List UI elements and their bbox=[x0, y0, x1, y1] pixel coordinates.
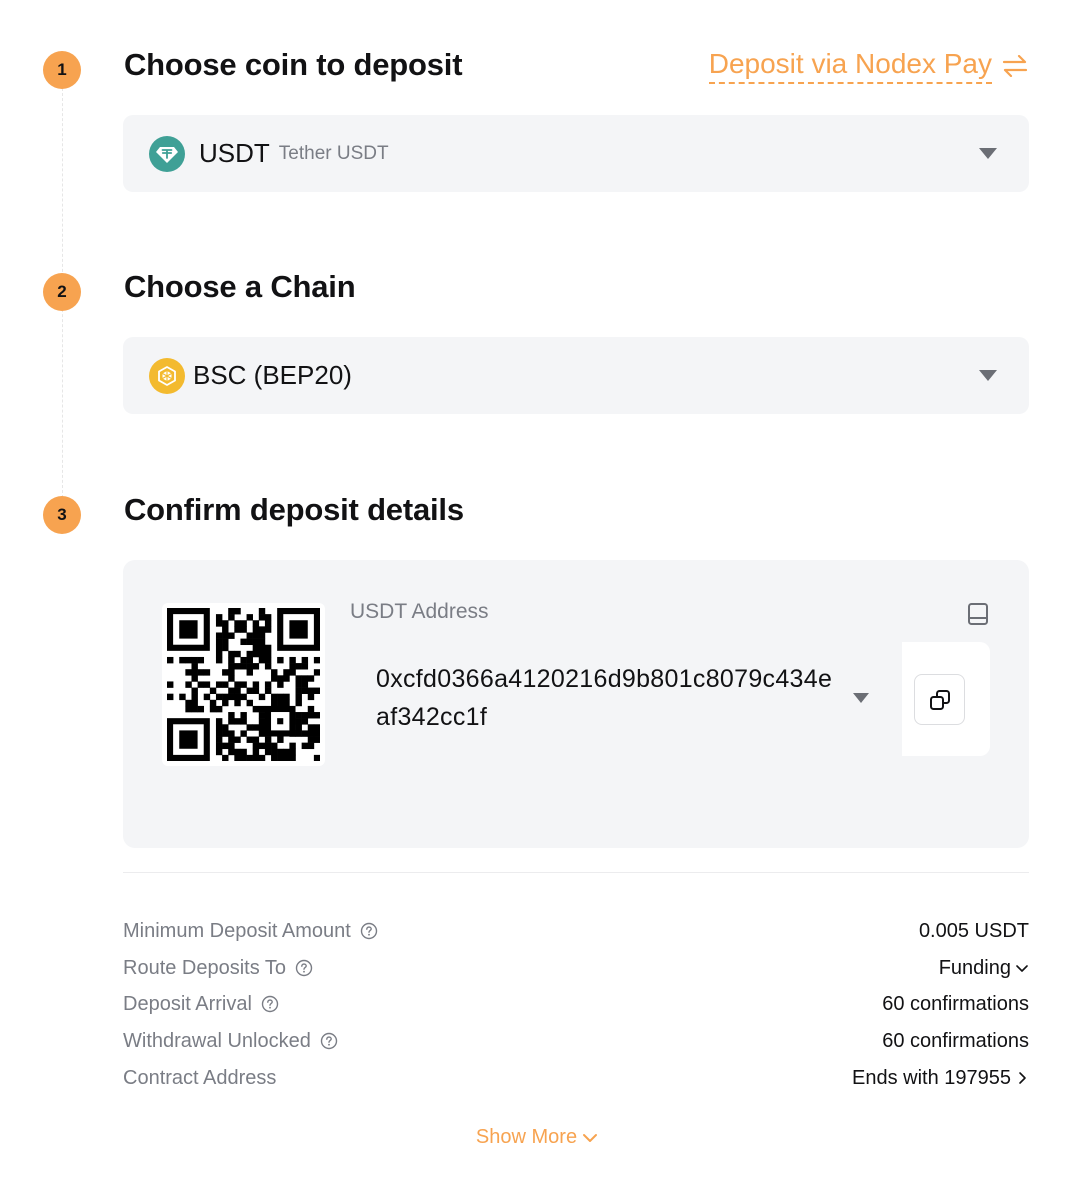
step-2-badge: 2 bbox=[43, 273, 81, 311]
address-book-icon[interactable] bbox=[967, 602, 989, 631]
info-label: Route Deposits To bbox=[123, 957, 313, 980]
tether-icon bbox=[149, 135, 185, 172]
copy-icon bbox=[929, 689, 950, 710]
address-label: USDT Address bbox=[350, 600, 489, 623]
section-divider bbox=[123, 872, 1029, 873]
info-row: Deposit Arrival 60 confirmations bbox=[123, 990, 1029, 1018]
info-label-text: Minimum Deposit Amount bbox=[123, 919, 351, 942]
show-more-button[interactable]: Show More bbox=[0, 1126, 1074, 1149]
chevron-right-icon bbox=[1019, 1072, 1026, 1084]
info-row: Withdrawal Unlocked 60 confirmations bbox=[123, 1027, 1029, 1055]
step-3-title: Confirm deposit details bbox=[124, 492, 464, 527]
info-row: Minimum Deposit Amount 0.005 USDT bbox=[123, 917, 1029, 945]
info-label: Contract Address bbox=[123, 1067, 276, 1090]
chevron-down-icon bbox=[1016, 965, 1028, 972]
info-label-text: Contract Address bbox=[123, 1066, 277, 1089]
info-row: Contract Address Ends with 197955 bbox=[123, 1064, 1029, 1092]
nodex-pay-label: Deposit via Nodex Pay bbox=[708, 48, 992, 84]
help-icon[interactable] bbox=[261, 995, 279, 1013]
show-more-label: Show More bbox=[475, 1126, 578, 1148]
info-label-text: Withdrawal Unlocked bbox=[123, 1029, 311, 1052]
step-3-badge: 3 bbox=[43, 496, 81, 534]
info-value[interactable]: Ends with 197955 bbox=[852, 1067, 1029, 1090]
info-value[interactable]: Funding bbox=[939, 957, 1029, 980]
step-2-title: Choose a Chain bbox=[124, 269, 356, 304]
help-icon[interactable] bbox=[360, 922, 378, 940]
info-row: Route Deposits To Funding bbox=[123, 954, 1029, 982]
info-value-text: 60 confirmations bbox=[882, 992, 1029, 1015]
info-label-text: Route Deposits To bbox=[123, 956, 287, 979]
step-1-badge: 1 bbox=[43, 51, 81, 89]
coin-select-caret-icon bbox=[979, 148, 997, 159]
coin-name: Tether USDT bbox=[278, 142, 389, 164]
help-icon[interactable] bbox=[295, 959, 313, 977]
bnb-icon bbox=[149, 357, 185, 394]
deposit-address-value[interactable]: 0xcfd0366a4120216d9b801c8079c434eaf342cc… bbox=[376, 660, 846, 736]
deposit-address-panel: USDT Address 0xcfd0366a4120216d9b801c807… bbox=[123, 560, 1029, 848]
chevron-down-icon bbox=[583, 1133, 598, 1142]
info-value: 0.005 USDT bbox=[919, 920, 1029, 943]
swap-arrows-icon bbox=[1002, 55, 1028, 77]
coin-select[interactable]: USDT Tether USDT bbox=[123, 115, 1029, 192]
info-value-text: 0.005 USDT bbox=[918, 919, 1029, 942]
info-value: 60 confirmations bbox=[882, 993, 1029, 1016]
info-label: Withdrawal Unlocked bbox=[123, 1030, 338, 1053]
info-value-text: 60 confirmations bbox=[882, 1029, 1029, 1052]
info-label: Minimum Deposit Amount bbox=[123, 920, 378, 943]
info-value-text: Funding bbox=[938, 956, 1011, 979]
info-value-text: Ends with 197955 bbox=[851, 1066, 1011, 1089]
address-dropdown-caret-icon[interactable] bbox=[853, 693, 869, 703]
chain-label: BSC (BEP20) bbox=[193, 360, 352, 390]
copy-area bbox=[902, 642, 990, 756]
help-icon[interactable] bbox=[320, 1032, 338, 1050]
address-qr-code bbox=[162, 603, 325, 766]
step-1-title: Choose coin to deposit bbox=[124, 47, 463, 82]
info-label: Deposit Arrival bbox=[123, 993, 279, 1016]
deposit-via-nodex-pay-link[interactable]: Deposit via Nodex Pay bbox=[708, 48, 1028, 84]
chain-select-caret-icon bbox=[979, 370, 997, 381]
info-label-text: Deposit Arrival bbox=[123, 992, 252, 1015]
copy-address-button[interactable] bbox=[914, 674, 965, 725]
coin-symbol: USDT bbox=[199, 138, 270, 168]
info-value: 60 confirmations bbox=[882, 1030, 1029, 1053]
chain-select[interactable]: BSC (BEP20) bbox=[123, 337, 1029, 414]
